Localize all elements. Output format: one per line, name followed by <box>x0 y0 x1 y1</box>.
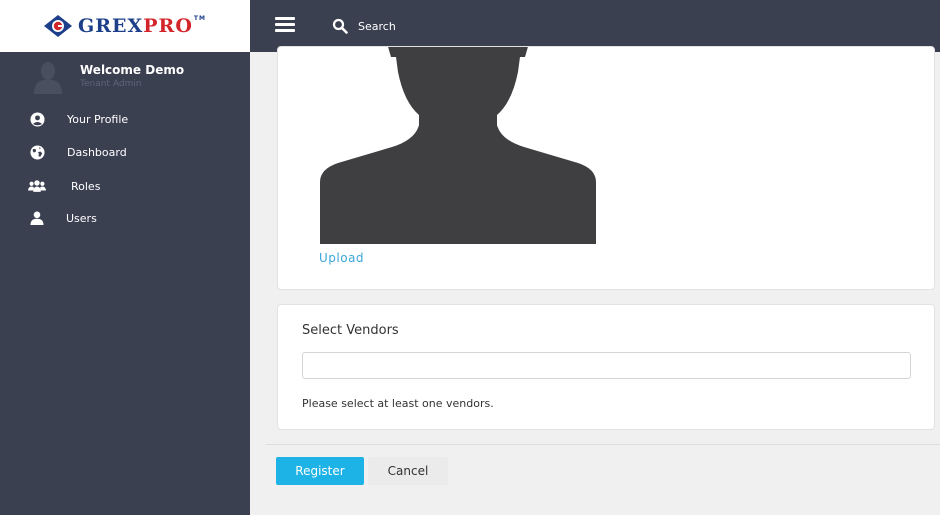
sidebar-item-label: Dashboard <box>67 145 127 159</box>
sidebar: GREXPROTM Welcome Demo Tenant Admin Your… <box>0 0 250 515</box>
globe-icon <box>28 144 46 160</box>
grexpro-logo-icon <box>44 15 73 37</box>
menu-toggle-icon[interactable] <box>275 17 295 33</box>
sidebar-item-dashboard[interactable]: Dashboard <box>0 136 250 168</box>
topbar <box>250 0 940 52</box>
profile-photo-card: Upload <box>277 46 935 290</box>
user-icon <box>28 210 46 226</box>
sidebar-item-users[interactable]: Users <box>0 202 250 234</box>
avatar <box>34 62 62 94</box>
main-content: Upload Select Vendors Please select at l… <box>250 46 940 515</box>
search-box[interactable] <box>332 16 532 36</box>
profile-photo-placeholder <box>320 47 596 244</box>
cancel-button[interactable]: Cancel <box>368 457 448 485</box>
sidebar-item-label: Roles <box>71 179 101 193</box>
users-group-icon <box>28 178 46 194</box>
search-icon[interactable] <box>332 18 348 34</box>
user-role: Tenant Admin <box>80 79 142 89</box>
logo[interactable]: GREXPROTM <box>0 0 250 52</box>
welcome-text: Welcome Demo <box>80 63 185 77</box>
divider <box>266 444 940 445</box>
sidebar-item-label: Your Profile <box>67 112 129 126</box>
search-input[interactable] <box>358 19 528 33</box>
register-button[interactable]: Register <box>276 457 364 485</box>
logo-text: GREXPROTM <box>78 15 206 37</box>
validation-message: Please select at least one vendors. <box>302 397 494 410</box>
vendors-select[interactable] <box>302 352 911 379</box>
sidebar-item-label: Users <box>66 211 97 225</box>
sidebar-item-roles[interactable]: Roles <box>0 170 250 202</box>
select-vendors-card: Select Vendors Please select at least on… <box>277 304 935 430</box>
user-circle-icon <box>28 111 46 127</box>
select-vendors-label: Select Vendors <box>302 323 399 338</box>
user-block: Welcome Demo Tenant Admin <box>0 52 250 100</box>
sidebar-item-your-profile[interactable]: Your Profile <box>0 103 250 135</box>
upload-link[interactable]: Upload <box>319 251 364 265</box>
